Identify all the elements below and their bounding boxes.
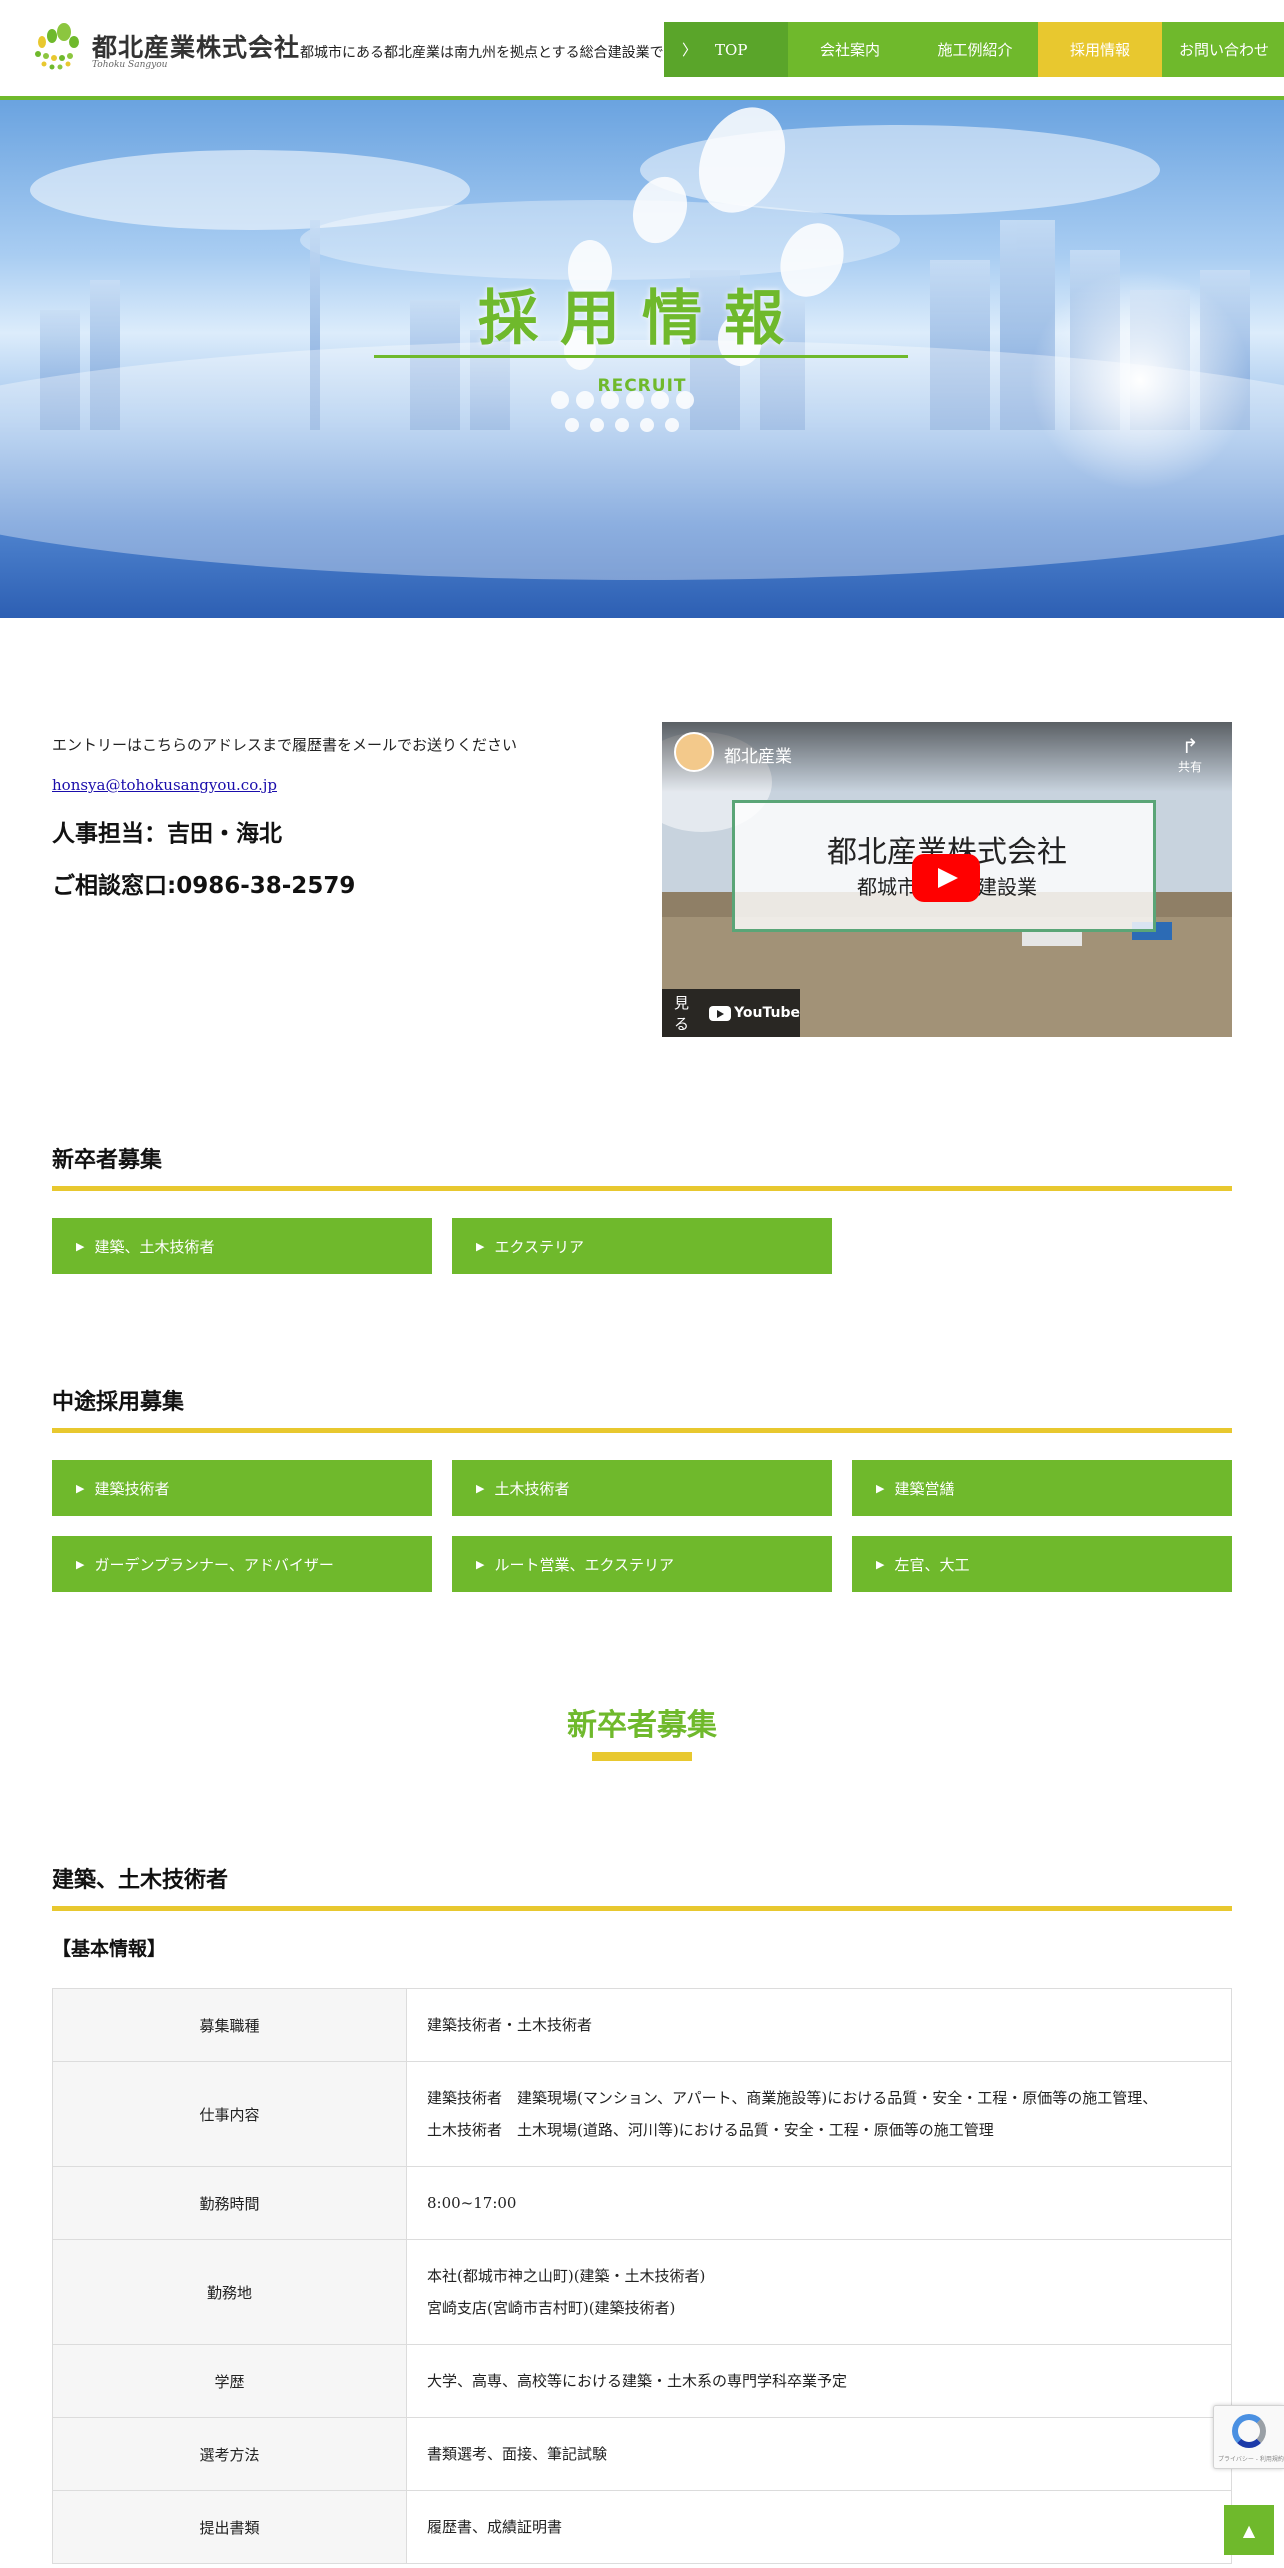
play-icon[interactable] xyxy=(912,854,980,902)
back-to-top-button[interactable]: ▲ xyxy=(1224,2505,1274,2555)
main-nav: 〉 TOP 会社案内 施工例紹介 採用情報 お問い合わせ xyxy=(664,22,1284,77)
triangle-right-icon: ▶ xyxy=(76,1239,85,1253)
share-icon: ↱ xyxy=(1181,734,1199,758)
row-value: 8:00~17:00 xyxy=(406,2166,1232,2240)
recaptcha-links: プライバシー - 利用規約 xyxy=(1218,2456,1284,2463)
row-key: 学歴 xyxy=(52,2344,407,2418)
mid-career-button-repair[interactable]: ▶ 建築営繕 xyxy=(852,1460,1232,1516)
row-value: 本社(都城市神之山町)(建築・土木技術者) 宮崎支店(宮崎市吉村町)(建築技術者) xyxy=(406,2239,1232,2345)
new-grad-button-engineer[interactable]: ▶ 建築、土木技術者 xyxy=(52,1218,432,1274)
row-value: 大学、高専、高校等における建築・土木系の専門学科卒業予定 xyxy=(406,2344,1232,2418)
mid-career-button-civil[interactable]: ▶ 土木技術者 xyxy=(452,1460,832,1516)
nav-item-top[interactable]: 〉 TOP xyxy=(664,22,788,77)
row-key: 提出書類 xyxy=(52,2490,407,2564)
triangle-right-icon: ▶ xyxy=(76,1557,85,1571)
consult-phone: ご相談窓口:0986-38-2579 xyxy=(52,873,356,899)
row-key: 勤務地 xyxy=(52,2239,407,2345)
hr-contact: 人事担当：吉田・海北 xyxy=(52,821,282,847)
mid-career-button-garden[interactable]: ▶ ガーデンプランナー、アドバイザー xyxy=(52,1536,432,1592)
site-logo[interactable]: 都北産業株式会社 Tohoku Sangyou xyxy=(28,22,299,78)
share-button[interactable]: ↱ 共有 xyxy=(1178,734,1202,775)
nav-label: TOP xyxy=(715,40,748,59)
triangle-right-icon: ▶ xyxy=(476,1239,485,1253)
mid-career-heading: 中途採用募集 xyxy=(52,1384,1232,1433)
row-key: 勤務時間 xyxy=(52,2166,407,2240)
youtube-embed[interactable]: 都北産業 ↱ 共有 都北産業株式会社 都城市 建設業 見る YouTube xyxy=(662,722,1232,1037)
table-row: 勤務時間 8:00~17:00 xyxy=(52,2166,1232,2240)
row-key: 募集職種 xyxy=(52,1988,407,2062)
nav-item-recruit[interactable]: 採用情報 xyxy=(1038,22,1162,77)
entry-email-link[interactable]: honsya@tohokusangyou.co.jp xyxy=(52,776,277,794)
row-value: 建築技術者 建築現場(マンション、アパート、商業施設等)における品質・安全・工程… xyxy=(406,2061,1232,2167)
recaptcha-icon xyxy=(1232,2414,1266,2448)
table-row: 勤務地 本社(都城市神之山町)(建築・土木技術者) 宮崎支店(宮崎市吉村町)(建築… xyxy=(52,2239,1232,2345)
hero-banner: 採用情報 RECRUIT xyxy=(0,100,1284,618)
row-value: 書類選考、面接、筆記試験 xyxy=(406,2417,1232,2491)
nav-item-contact[interactable]: お問い合わせ xyxy=(1162,22,1284,77)
hero-subtitle: RECRUIT xyxy=(597,376,687,396)
table-row: 学歴 大学、高専、高校等における建築・土木系の専門学科卒業予定 xyxy=(52,2344,1232,2418)
logo-leaf-icon xyxy=(35,23,79,70)
detail-title-bar xyxy=(592,1752,692,1761)
recaptcha-badge[interactable]: プライバシー - 利用規約 xyxy=(1213,2405,1284,2469)
mid-career-button-architecture[interactable]: ▶ 建築技術者 xyxy=(52,1460,432,1516)
new-grad-button-exterior[interactable]: ▶ エクステリア xyxy=(452,1218,832,1274)
job-info-table: 募集職種 建築技術者・土木技術者 仕事内容 建築技術者 建築現場(マンション、ア… xyxy=(52,1988,1232,2564)
detail-title: 新卒者募集 xyxy=(567,1708,717,1743)
chevron-right-icon: 〉 xyxy=(682,41,698,59)
row-value: 履歴書、成績証明書 xyxy=(406,2490,1232,2564)
channel-avatar[interactable] xyxy=(674,732,714,772)
logo-name: 都北産業株式会社 xyxy=(92,33,301,62)
entry-instructions: エントリーはこちらのアドレスまで履歴書をメールでお送りください xyxy=(52,736,518,754)
table-row: 提出書類 履歴書、成績証明書 xyxy=(52,2490,1232,2564)
site-tagline: 都城市にある都北産業は南九州を拠点とする総合建設業で xyxy=(300,45,664,61)
row-value: 建築技術者・土木技術者 xyxy=(406,1988,1232,2062)
channel-name[interactable]: 都北産業 xyxy=(724,742,792,767)
mid-career-button-sales[interactable]: ▶ ルート営業、エクステリア xyxy=(452,1536,832,1592)
triangle-right-icon: ▶ xyxy=(76,1481,85,1495)
site-header: 都北産業株式会社 Tohoku Sangyou 都城市にある都北産業は南九州を拠… xyxy=(0,0,1284,100)
hero-title: 採用情報 xyxy=(478,284,806,354)
triangle-right-icon: ▶ xyxy=(876,1481,885,1495)
row-key: 仕事内容 xyxy=(52,2061,407,2167)
triangle-right-icon: ▶ xyxy=(476,1481,485,1495)
basic-info-heading: 【基本情報】 xyxy=(52,1938,167,1960)
triangle-right-icon: ▶ xyxy=(476,1557,485,1571)
row-key: 選考方法 xyxy=(52,2417,407,2491)
new-grad-heading: 新卒者募集 xyxy=(52,1142,1232,1191)
triangle-right-icon: ▶ xyxy=(876,1557,885,1571)
table-row: 選考方法 書類選考、面接、筆記試験 xyxy=(52,2417,1232,2491)
youtube-logo-icon: YouTube xyxy=(709,1005,800,1021)
nav-item-works[interactable]: 施工例紹介 xyxy=(912,22,1038,77)
mid-career-button-plasterer[interactable]: ▶ 左官、大工 xyxy=(852,1536,1232,1592)
table-row: 仕事内容 建築技術者 建築現場(マンション、アパート、商業施設等)における品質・… xyxy=(52,2061,1232,2167)
logo-subtitle: Tohoku Sangyou xyxy=(92,60,168,70)
table-row: 募集職種 建築技術者・土木技術者 xyxy=(52,1988,1232,2062)
hero-underline xyxy=(374,355,908,358)
detail-section-heading: 建築、土木技術者 xyxy=(52,1862,1232,1911)
nav-item-company[interactable]: 会社案内 xyxy=(788,22,912,77)
watch-on-youtube-button[interactable]: 見る YouTube xyxy=(662,989,800,1037)
hero-city-image xyxy=(0,107,1284,580)
